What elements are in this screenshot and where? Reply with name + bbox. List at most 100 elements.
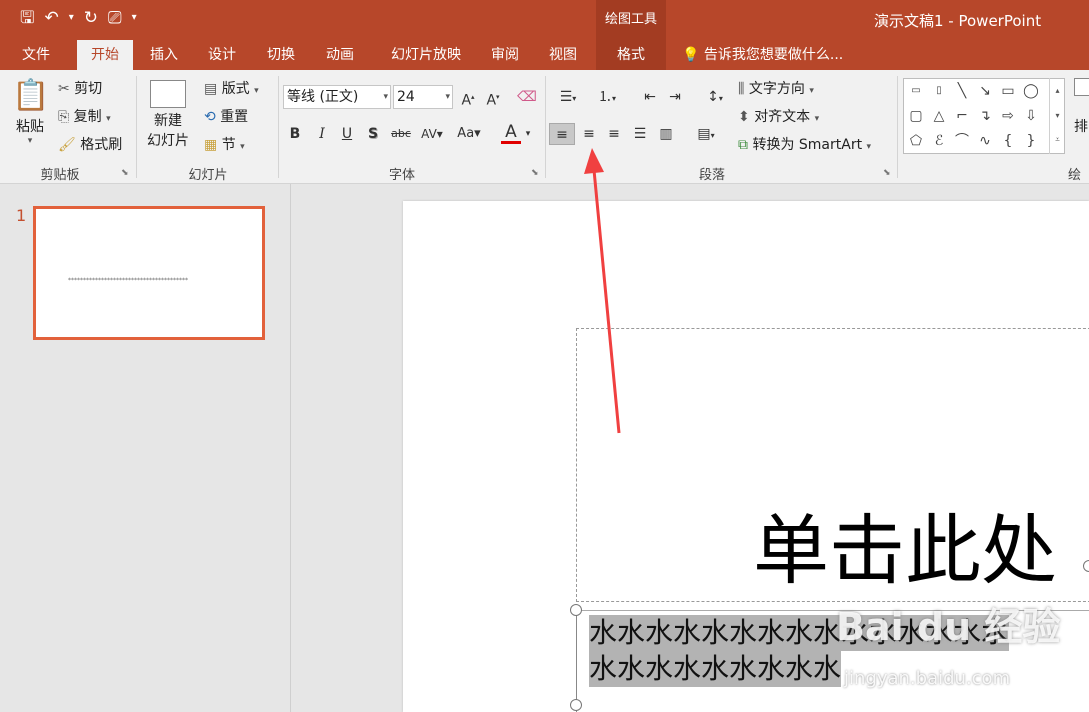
bullets-icon[interactable]: ☰▾ [552,86,584,108]
align-right-icon[interactable]: ≡ [603,123,625,145]
shape-arrow-line-icon[interactable]: ↘ [974,80,996,102]
gallery-up-icon[interactable]: ▴ [1050,78,1065,103]
baidu-watermark: Bai du 经验 [836,605,1061,649]
reset-icon: ⟲ [204,109,216,125]
redo-icon[interactable]: ↻ [84,6,98,30]
text-direction-dropdown-icon: ▾ [809,86,814,96]
font-color-icon[interactable]: A [500,121,522,144]
font-group-label: 字体 [388,168,415,183]
shape-curve-icon[interactable]: ∿ [974,130,996,152]
group-separator [136,76,137,178]
resize-handle-title-right[interactable] [1083,560,1089,572]
increase-indent-icon[interactable]: ⇥ [664,86,686,108]
paste-button[interactable]: 📋 粘贴 ▾ [12,76,49,156]
text-shadow-icon[interactable]: S [362,123,384,145]
gallery-more-icon[interactable]: ⩡ [1050,128,1065,152]
shape-down-arrow-icon[interactable]: ⇩ [1020,105,1042,127]
start-slideshow-icon[interactable]: ⎚ [108,6,122,30]
undo-dropdown-icon[interactable]: ▾ [69,6,74,30]
shape-line-icon[interactable]: ╲ [951,80,973,102]
gallery-down-icon[interactable]: ▾ [1050,103,1065,128]
shapes-gallery[interactable]: ▭ ▯ ╲ ↘ ▭ ◯ ▢ △ ⌐ ↴ ⇨ ⇩ ⬠ ℰ ⌒ ∿ { } [903,78,1065,154]
tell-me-box[interactable]: 💡 告诉我您想要做什么... [682,40,843,70]
paragraph-launcher-icon[interactable]: ⬊ [883,168,891,178]
align-center-icon[interactable]: ≡ [578,123,600,145]
tab-file[interactable]: 文件 [10,40,62,70]
shape-arc-icon[interactable]: ⌒ [951,130,973,152]
bold-icon[interactable]: B [284,123,306,145]
shape-triangle-icon[interactable]: △ [928,105,950,127]
shape-elbow-connector-icon[interactable]: ⌐ [951,105,973,127]
underline-icon[interactable]: U [336,123,358,145]
reset-button[interactable]: ⟲ 重置 [204,106,248,126]
resize-handle-bottom-left[interactable] [570,699,582,711]
title-placeholder[interactable]: 单击此处 [576,328,1089,602]
font-size-dropdown-icon[interactable]: ▾ [445,86,450,108]
arrange-button[interactable]: 排 [1074,78,1089,158]
tab-animations[interactable]: 动画 [314,40,366,70]
decrease-indent-icon[interactable]: ⇤ [639,86,661,108]
font-color-dropdown-icon[interactable]: ▾ [522,123,534,145]
layout-button[interactable]: ▤ 版式 ▾ [204,78,259,98]
shape-elbow-arrow-icon[interactable]: ↴ [974,105,996,127]
tab-view[interactable]: 视图 [538,40,588,70]
undo-icon[interactable]: ↶ [44,6,58,30]
shape-oval-icon[interactable]: ◯ [1020,80,1042,102]
tab-home[interactable]: 开始 [77,40,133,70]
line-spacing-icon[interactable]: ↕▾ [699,86,731,108]
change-case-icon[interactable]: Aa▾ [453,123,485,145]
reset-label: 重置 [220,109,249,125]
tab-insert[interactable]: 插入 [138,40,190,70]
clear-formatting-icon[interactable]: ⌫ [516,86,538,108]
gallery-scroll[interactable]: ▴ ▾ ⩡ [1049,78,1065,154]
tab-transitions[interactable]: 切换 [255,40,307,70]
shape-rounded-rectangle-icon[interactable]: ▢ [905,105,927,127]
font-launcher-icon[interactable]: ⬊ [531,168,539,178]
shape-freeform-icon[interactable]: ⬠ [905,130,927,152]
shape-rectangle-icon[interactable]: ▭ [997,80,1019,102]
convert-smartart-button[interactable]: ⧉ 转换为 SmartArt ▾ [738,134,871,154]
text-direction-button[interactable]: ⫼ 文字方向 ▾ [738,78,814,98]
shape-vertical-textbox-icon[interactable]: ▯ [928,80,950,102]
slide-thumbnail[interactable]: **************************************** [33,206,265,340]
align-text-button[interactable]: ⬍ 对齐文本 ▾ [738,106,819,126]
justify-icon[interactable]: ☰ [629,123,651,145]
format-painter-button[interactable]: 🖌 格式刷 [58,134,122,154]
subtitle-line-2: 水水水水水水水水水 [589,651,842,687]
customize-toolbar-icon[interactable]: ▾ [132,6,137,30]
resize-handle-top-left[interactable] [570,604,582,616]
shape-right-arrow-icon[interactable]: ⇨ [997,105,1019,127]
section-button[interactable]: ▦ 节 ▾ [204,134,245,154]
new-slide-label-1: 新建 [154,113,182,129]
tab-slideshow[interactable]: 幻灯片放映 [376,40,476,70]
tab-format[interactable]: 格式 [596,40,666,70]
font-name-dropdown-icon[interactable]: ▾ [383,86,388,108]
strikethrough-icon[interactable]: abc [388,123,414,145]
group-separator [278,76,279,178]
font-name-combo[interactable]: 等线 (正文) ▾ [283,85,391,109]
save-icon[interactable]: 🖫 [20,6,34,30]
shape-right-brace-icon[interactable]: } [1020,130,1042,152]
shape-left-brace-icon[interactable]: { [997,130,1019,152]
shape-scribble-icon[interactable]: ℰ [928,130,950,152]
copy-button[interactable]: ⎘ 复制 ▾ [58,106,111,126]
character-spacing-icon[interactable]: AV▾ [417,123,447,145]
thumbnail-text: **************************************** [68,277,188,284]
italic-icon[interactable]: I [311,123,333,145]
align-left-icon[interactable]: ≡ [549,123,575,145]
increase-font-size-icon[interactable]: A▴ [457,86,479,109]
shape-textbox-icon[interactable]: ▭ [905,80,927,102]
tab-design[interactable]: 设计 [196,40,248,70]
decrease-font-size-icon[interactable]: A▾ [482,86,504,109]
convert-smartart-label: 转换为 SmartArt [752,137,863,153]
columns-icon[interactable]: ▤▾ [690,123,722,145]
font-size-combo[interactable]: 24 ▾ [393,85,453,109]
clipboard-launcher-icon[interactable]: ⬊ [121,168,129,178]
group-separator [545,76,546,178]
font-color-bar [501,141,521,144]
distributed-icon[interactable]: ▥ [655,123,677,145]
new-slide-button[interactable]: 新建 幻灯片 [142,76,194,158]
tab-review[interactable]: 审阅 [480,40,530,70]
numbering-icon[interactable]: ⒈▾ [590,86,624,108]
cut-button[interactable]: ✂ 剪切 [58,78,102,98]
